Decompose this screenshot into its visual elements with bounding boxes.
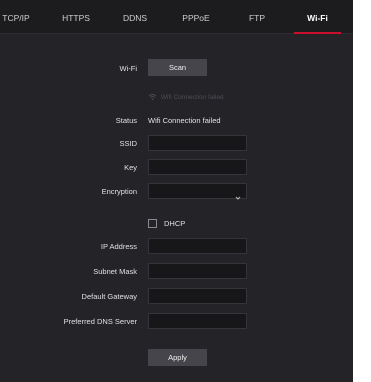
chevron-down-icon (235, 188, 241, 206)
default-gateway-input[interactable] (148, 288, 247, 304)
dhcp-checkbox[interactable] (148, 219, 157, 228)
tab-tcpip[interactable]: TCP/IP (0, 0, 32, 33)
tab-wifi[interactable]: Wi-Fi (294, 0, 341, 34)
tab-pppoe[interactable]: PPPoE (178, 0, 214, 33)
subnet-mask-input[interactable] (148, 263, 247, 279)
status-label: Status (115, 116, 137, 125)
key-input[interactable] (148, 159, 247, 175)
default-gateway-label: Default Gateway (81, 292, 137, 301)
network-settings-panel: TCP/IP HTTPS DDNS PPPoE FTP Wi-Fi Wi-Fi … (0, 0, 353, 382)
tab-ftp[interactable]: FTP (240, 0, 274, 33)
tab-bar: TCP/IP HTTPS DDNS PPPoE FTP Wi-Fi (0, 0, 353, 34)
preferred-dns-label: Preferred DNS Server (63, 317, 137, 326)
ip-address-input[interactable] (148, 238, 247, 254)
apply-button[interactable]: Apply (148, 349, 207, 366)
ssid-input[interactable] (148, 135, 247, 151)
tab-ddns[interactable]: DDNS (117, 0, 153, 33)
wifi-connection-hint: Wifi Connection failed (148, 93, 224, 103)
wifi-icon (148, 94, 161, 101)
encryption-select[interactable] (148, 183, 247, 200)
key-label: Key (124, 163, 137, 172)
tab-https[interactable]: HTTPS (56, 0, 96, 33)
wifi-settings-content: Wi-Fi Scan Wifi Connection failed Status… (0, 34, 353, 382)
ip-address-label: IP Address (100, 242, 137, 251)
wifi-connection-hint-text: Wifi Connection failed (160, 94, 224, 101)
encryption-label: Encryption (101, 187, 137, 196)
subnet-mask-label: Subnet Mask (93, 267, 137, 276)
preferred-dns-input[interactable] (148, 313, 247, 329)
wifi-label: Wi-Fi (119, 64, 138, 73)
ssid-label: SSID (119, 139, 137, 148)
status-value: Wifi Connection failed (148, 116, 221, 125)
dhcp-label: DHCP (164, 219, 186, 228)
scan-button[interactable]: Scan (148, 59, 207, 76)
page-scrollbar[interactable] (353, 0, 371, 382)
